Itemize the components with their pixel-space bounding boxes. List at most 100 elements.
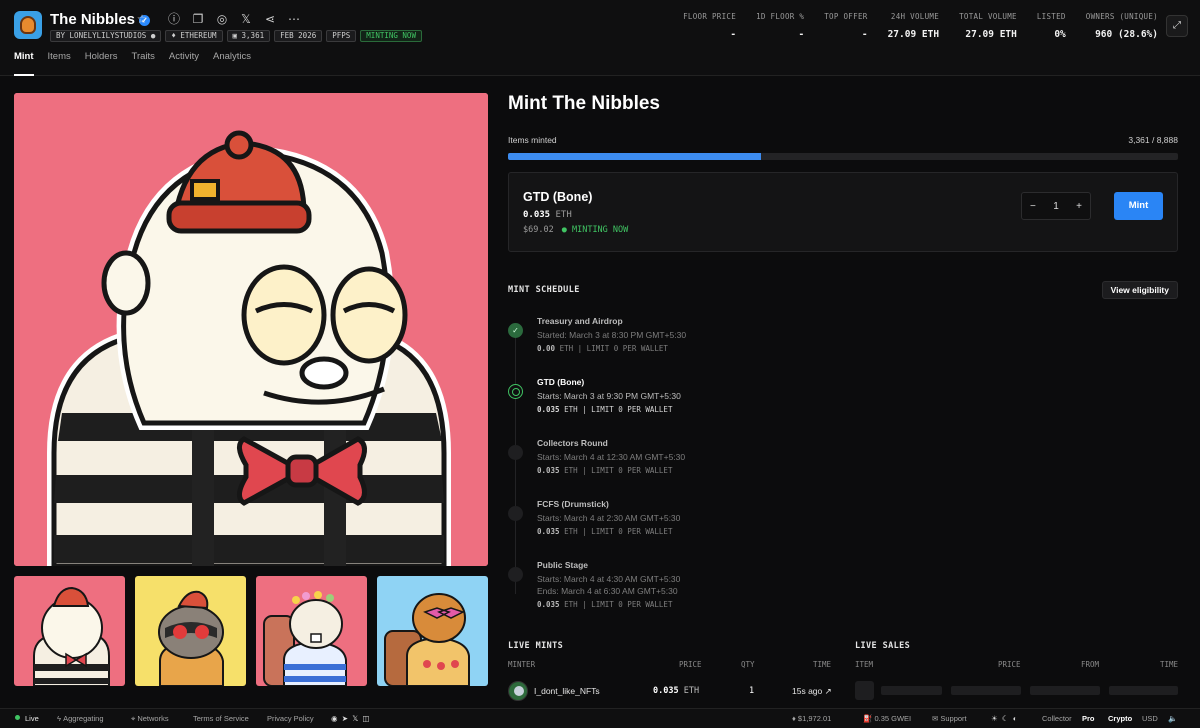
- items-minted-label: Items minted: [508, 135, 557, 145]
- items-minted-value: 3,361 / 8,888: [1128, 135, 1178, 145]
- date-tag: FEB 2026: [274, 30, 323, 42]
- live-mint-row[interactable]: I_dont_like_NFTs 0.035 ETH 1 15s ago ↗: [508, 681, 838, 701]
- schedule-stage: FCFS (Drumstick) Starts: March 4 at 2:30…: [508, 499, 1178, 560]
- collection-header: The Nibbles ✓ ☆ ⓘ ❐ ◎ 𝕏 ⋖ ⋯ BY LONELYLILY…: [0, 0, 1200, 76]
- support-button[interactable]: ✉ Support: [932, 714, 967, 723]
- stat-1d-floor: 1D FLOOR % -: [756, 12, 805, 40]
- x-twitter-icon[interactable]: 𝕏: [352, 714, 358, 723]
- share-icon[interactable]: ⋖: [261, 11, 279, 27]
- stat-listed: LISTED 0%: [1036, 12, 1066, 40]
- expand-icon[interactable]: ⤢: [1166, 15, 1188, 37]
- currency-crypto[interactable]: Crypto: [1108, 714, 1132, 723]
- mint-progress-fill: [508, 153, 762, 160]
- pending-stage-icon: [508, 506, 523, 521]
- eth-price: ♦ $1,972.01: [792, 714, 832, 723]
- moon-icon[interactable]: ☾: [1002, 714, 1009, 723]
- social-icons: ◉ ➤ 𝕏 ◫: [331, 714, 370, 723]
- pending-stage-icon: [508, 445, 523, 460]
- current-stage-icon: [508, 384, 523, 399]
- x-twitter-icon[interactable]: 𝕏: [237, 11, 255, 27]
- gas-price: ⛽ 0.35 GWEI: [863, 714, 912, 723]
- mint-progress-bar: [508, 153, 1178, 160]
- discord-icon[interactable]: ◉: [331, 714, 338, 723]
- tab-analytics[interactable]: Analytics: [213, 51, 251, 76]
- mint-panel: Mint The Nibbles Items minted 3,361 / 8,…: [508, 93, 1178, 635]
- thumbnail-2[interactable]: [135, 576, 246, 686]
- status-footer: Live ϟ Aggregating ⌖ Networks Terms of S…: [0, 708, 1200, 728]
- view-eligibility-button[interactable]: View eligibility: [1101, 281, 1178, 299]
- thumbnail-4[interactable]: [377, 576, 488, 686]
- live-mints-title: LIVE MINTS: [508, 641, 564, 651]
- globe-icon[interactable]: ◎: [213, 11, 231, 27]
- schedule-stage: GTD (Bone) Starts: March 3 at 9:30 PM GM…: [508, 377, 1178, 438]
- decrement-icon[interactable]: −: [1030, 201, 1036, 212]
- thumbnail-1[interactable]: [14, 576, 125, 686]
- schedule-stage: Collectors Round Starts: March 4 at 12:3…: [508, 438, 1178, 499]
- current-stage-name: GTD (Bone): [523, 190, 593, 204]
- live-status: Live: [15, 714, 39, 723]
- creator-tag[interactable]: BY LONELYLILYSTUDIOS ●: [50, 30, 162, 42]
- chain-tag: ♦ ETHEREUM: [165, 30, 223, 42]
- stat-top-offer: TOP OFFER -: [824, 12, 868, 40]
- minting-now-status: ● MINTING NOW: [561, 225, 629, 235]
- minter-name[interactable]: I_dont_like_NFTs: [534, 686, 600, 696]
- star-icon[interactable]: ☆: [133, 11, 151, 27]
- collection-logo: [14, 11, 42, 39]
- quantity-stepper[interactable]: − 1 +: [1021, 192, 1091, 220]
- mint-schedule-title: MINT SCHEDULE: [508, 285, 580, 295]
- contrast-icon[interactable]: ◐: [1013, 714, 1018, 723]
- live-sales-title: LIVE SALES: [855, 641, 911, 651]
- aggregating-button[interactable]: ϟ Aggregating: [57, 714, 104, 723]
- items-minted-row: Items minted 3,361 / 8,888: [508, 135, 1178, 145]
- telegram-icon[interactable]: ➤: [342, 714, 348, 723]
- minting-status-tag: MINTING NOW: [360, 30, 422, 42]
- check-icon: ✓: [508, 323, 523, 338]
- mint-schedule-timeline: ✓ Treasury and Airdrop Started: March 3 …: [508, 316, 1178, 635]
- current-stage-usd: $69.02 ● MINTING NOW: [523, 225, 629, 235]
- increment-icon[interactable]: +: [1076, 201, 1082, 212]
- sun-icon[interactable]: ☀: [991, 714, 998, 723]
- tab-traits[interactable]: Traits: [132, 51, 155, 76]
- hero-artwork: [14, 93, 488, 566]
- artwork-thumbnails: [14, 576, 488, 686]
- mint-title: Mint The Nibbles: [508, 93, 660, 114]
- schedule-stage: ✓ Treasury and Airdrop Started: March 3 …: [508, 316, 1178, 377]
- tab-mint[interactable]: Mint: [14, 51, 34, 76]
- nibble-character-illustration: [14, 93, 488, 566]
- mode-collector[interactable]: Collector: [1042, 714, 1072, 723]
- more-icon[interactable]: ⋯: [285, 11, 303, 27]
- tab-items[interactable]: Items: [48, 51, 71, 76]
- quantity-value: 1: [1053, 200, 1059, 212]
- collection-stats: FLOOR PRICE - 1D FLOOR % - TOP OFFER - 24H …: [663, 12, 1158, 40]
- instagram-icon[interactable]: ◫: [362, 714, 369, 723]
- stat-floor-price: FLOOR PRICE -: [683, 12, 737, 40]
- mint-button[interactable]: Mint: [1114, 192, 1163, 220]
- thumbnail-3[interactable]: [256, 576, 367, 686]
- live-columns: MINTER PRICE QTY TIME ITEM PRICE FROM TI…: [508, 660, 1179, 669]
- currency-usd[interactable]: USD: [1142, 714, 1158, 723]
- mint-time[interactable]: 15s ago ↗: [792, 686, 832, 697]
- tab-activity[interactable]: Activity: [169, 51, 199, 76]
- networks-button[interactable]: ⌖ Networks: [131, 714, 169, 724]
- stat-24h-volume: 24H VOLUME 27.09 ETH: [887, 12, 940, 40]
- mint-schedule-header: MINT SCHEDULE View eligibility: [508, 280, 1178, 300]
- tab-holders[interactable]: Holders: [85, 51, 118, 76]
- stat-total-volume: TOTAL VOLUME 27.09 ETH: [959, 12, 1017, 40]
- live-sales-loading-row: [855, 681, 1178, 701]
- mint-qty: 1: [749, 686, 755, 696]
- copy-icon[interactable]: ❐: [189, 11, 207, 27]
- current-stage-price: 0.035 ETH: [523, 210, 572, 220]
- pending-stage-icon: [508, 567, 523, 582]
- info-icon[interactable]: ⓘ: [165, 11, 183, 27]
- mode-pro[interactable]: Pro: [1082, 714, 1095, 723]
- theme-icons: ☀ ☾ ◐: [991, 714, 1017, 723]
- terms-link[interactable]: Terms of Service: [193, 714, 249, 723]
- volume-icon[interactable]: 🔈: [1168, 714, 1177, 723]
- network-icon: ⌖: [131, 714, 136, 723]
- collection-actions: ☆ ⓘ ❐ ◎ 𝕏 ⋖ ⋯: [133, 11, 309, 27]
- lightning-icon: ϟ: [57, 714, 61, 723]
- schedule-stage: Public Stage Starts: March 4 at 4:30 AM …: [508, 560, 1178, 635]
- collection-tabs: Mint Items Holders Traits Activity Analy…: [14, 51, 265, 76]
- current-stage-card: GTD (Bone) 0.035 ETH $69.02 ● MINTING NOW…: [508, 172, 1178, 252]
- privacy-link[interactable]: Privacy Policy: [267, 714, 314, 723]
